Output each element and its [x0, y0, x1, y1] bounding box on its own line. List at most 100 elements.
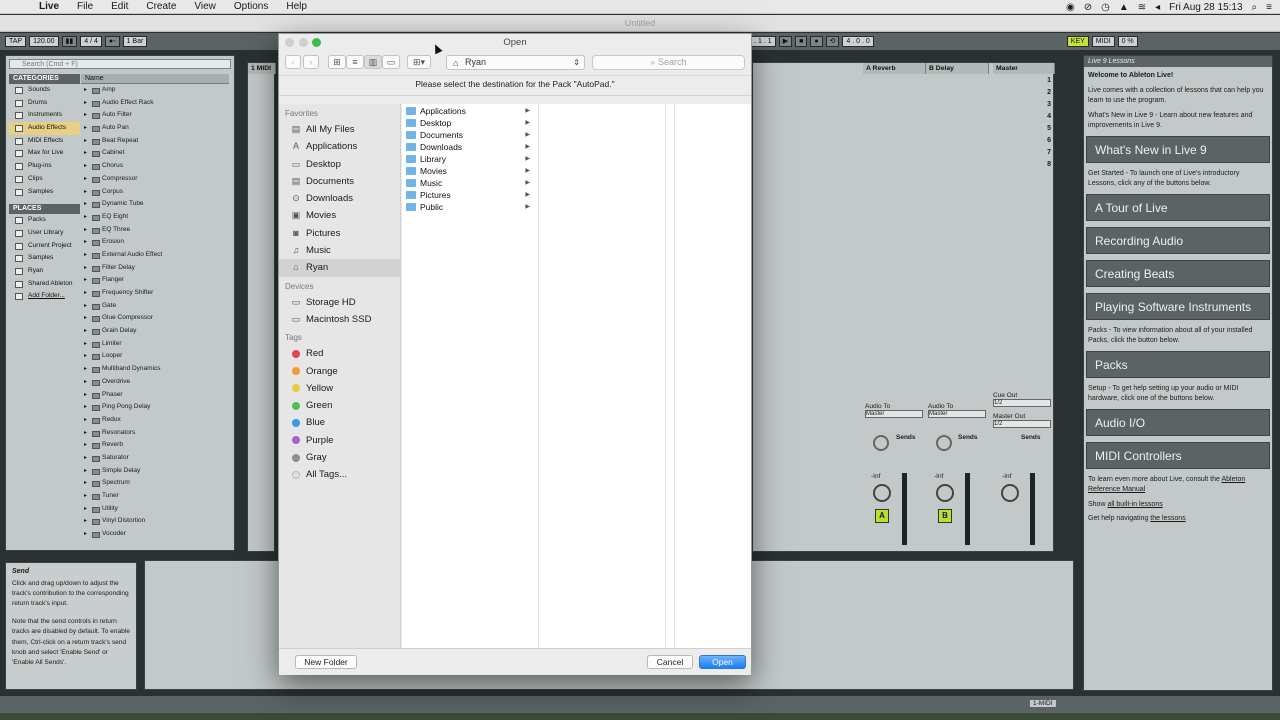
key-map-button[interactable]: KEY	[1066, 36, 1089, 47]
device-item[interactable]: Phaser	[81, 389, 229, 402]
menu-edit[interactable]: Edit	[102, 0, 137, 14]
category-max-for-live[interactable]: Max for Live	[9, 147, 80, 160]
folder-row[interactable]: Pictures ▶	[402, 189, 538, 201]
browser-search-input[interactable]: Search (Cmd + F)	[9, 59, 231, 69]
device-item[interactable]: Flanger	[81, 274, 229, 287]
spotlight-icon[interactable]: ⌕	[1252, 2, 1258, 13]
new-folder-button[interactable]: New Folder	[295, 655, 357, 669]
bell-icon[interactable]: ▲	[1119, 2, 1129, 13]
favorite-item[interactable]: ⌂ Ryan	[279, 259, 400, 277]
tag-item[interactable]: Purple	[279, 432, 400, 449]
category-drums[interactable]: Drums	[9, 97, 80, 110]
device-item[interactable]: Resonators	[81, 427, 229, 440]
tag-item[interactable]: Orange	[279, 363, 400, 380]
lesson-midi-controllers-button[interactable]: MIDI Controllers	[1086, 441, 1270, 469]
return-a-header[interactable]: A Reverb	[863, 63, 926, 74]
notifications-icon[interactable]: ≡	[1266, 2, 1272, 13]
scene-7[interactable]: 7	[993, 149, 1053, 156]
menu-file[interactable]: File	[68, 0, 102, 14]
folder-row[interactable]: Public ▶	[402, 201, 538, 213]
device-item[interactable]: Utility	[81, 503, 229, 516]
favorite-item[interactable]: ▣ Movies	[279, 207, 400, 224]
scene-3[interactable]: 3	[993, 101, 1053, 108]
send-knob-b[interactable]	[936, 435, 952, 451]
folder-row[interactable]: Library ▶	[402, 153, 538, 165]
coverflow-view-icon[interactable]: ▭	[382, 55, 400, 69]
open-button[interactable]: Open	[699, 655, 746, 669]
record-icon[interactable]: ◉	[1066, 2, 1075, 13]
device-item[interactable]: Spectrum	[81, 477, 229, 490]
lesson-beats-button[interactable]: Creating Beats	[1086, 259, 1270, 287]
favorite-item[interactable]: ▤ All My Files	[279, 121, 400, 138]
favorite-item[interactable]: ♫ Music	[279, 242, 400, 259]
favorite-item[interactable]: A Applications	[279, 138, 400, 155]
tag-item[interactable]: Green	[279, 397, 400, 414]
device-item[interactable]: Compressor	[81, 173, 229, 186]
minimize-icon[interactable]	[299, 38, 308, 47]
device-item[interactable]: Vinyl Distortion	[81, 515, 229, 528]
output-select-b[interactable]: Master	[928, 410, 986, 418]
tag-item[interactable]: Yellow	[279, 380, 400, 397]
device-macintosh-ssd[interactable]: ▭ Macintosh SSD	[279, 311, 400, 328]
name-column-header[interactable]: Name	[81, 74, 229, 84]
place-samples[interactable]: Samples	[9, 252, 80, 265]
place-ryan[interactable]: Ryan	[9, 265, 80, 278]
device-storage-hd[interactable]: ▭ Storage HD	[279, 294, 400, 311]
menu-create[interactable]: Create	[137, 0, 185, 14]
clock-icon[interactable]: ◷	[1101, 2, 1110, 13]
device-item[interactable]: Ping Pong Delay	[81, 401, 229, 414]
location-popup[interactable]: ⌂ Ryan ⇕	[446, 55, 585, 70]
place-user-library[interactable]: User Library	[9, 227, 80, 240]
master-out-select[interactable]: 1/2	[993, 420, 1051, 428]
forward-icon[interactable]: ›	[303, 55, 319, 69]
folder-row[interactable]: Applications ▶	[402, 105, 538, 117]
midi-map-button[interactable]: MIDI	[1091, 36, 1115, 47]
dialog-search-input[interactable]: ⌕ Search	[592, 55, 745, 70]
return-b-header[interactable]: B Delay	[926, 63, 989, 74]
pan-knob-a[interactable]	[873, 484, 891, 502]
device-item[interactable]: Erosion	[81, 236, 229, 249]
close-icon[interactable]	[285, 38, 294, 47]
folder-row[interactable]: Downloads ▶	[402, 141, 538, 153]
device-item[interactable]: Grain Delay	[81, 325, 229, 338]
device-item[interactable]: Beat Repeat	[81, 135, 229, 148]
device-item[interactable]: Saturator	[81, 452, 229, 465]
scene-6[interactable]: 6	[993, 137, 1053, 144]
device-item[interactable]: Gate	[81, 300, 229, 313]
lesson-software-instruments-button[interactable]: Playing Software Instruments	[1086, 292, 1270, 320]
navigate-lessons-link[interactable]: the lessons	[1150, 515, 1185, 522]
lesson-audio-io-button[interactable]: Audio I/O	[1086, 408, 1270, 436]
scene-4[interactable]: 4	[993, 113, 1053, 120]
quantize-menu[interactable]: 1 Bar	[122, 36, 148, 47]
device-item[interactable]: EQ Three	[81, 224, 229, 237]
favorite-item[interactable]: ▭ Desktop	[279, 156, 400, 173]
device-item[interactable]: External Audio Effect	[81, 249, 229, 262]
category-midi-effects[interactable]: MIDI Effects	[9, 135, 80, 148]
folder-row[interactable]: Desktop ▶	[402, 117, 538, 129]
device-item[interactable]: Filter Delay	[81, 262, 229, 275]
device-item[interactable]: Amp	[81, 84, 229, 97]
device-item[interactable]: Audio Effect Rack	[81, 97, 229, 110]
category-instruments[interactable]: Instruments	[9, 109, 80, 122]
all-lessons-link[interactable]: all built-in lessons	[1107, 501, 1162, 508]
lesson-tour-button[interactable]: A Tour of Live	[1086, 193, 1270, 221]
device-item[interactable]: Looper	[81, 350, 229, 363]
device-item[interactable]: Limiter	[81, 338, 229, 351]
place-current-project[interactable]: Current Project	[9, 240, 80, 253]
menu-view[interactable]: View	[185, 0, 225, 14]
track-header-1-midi[interactable]: 1 MIDI	[248, 63, 276, 74]
play-button[interactable]: ▶	[778, 36, 793, 47]
activator-a[interactable]: A	[875, 509, 889, 523]
icon-view-icon[interactable]: ⊞	[328, 55, 346, 69]
menu-help[interactable]: Help	[277, 0, 316, 14]
tag-item[interactable]: Gray	[279, 449, 400, 466]
favorite-item[interactable]: ▤ Documents	[279, 173, 400, 190]
device-item[interactable]: Redux	[81, 414, 229, 427]
favorite-item[interactable]: ◙ Pictures	[279, 225, 400, 242]
sound-icon[interactable]: ◂	[1155, 2, 1160, 13]
scene-8[interactable]: 8	[993, 161, 1053, 168]
cancel-button[interactable]: Cancel	[647, 655, 693, 669]
device-item[interactable]: EQ Eight	[81, 211, 229, 224]
tag-item[interactable]: All Tags...	[279, 466, 400, 483]
scene-2[interactable]: 2	[993, 89, 1053, 96]
